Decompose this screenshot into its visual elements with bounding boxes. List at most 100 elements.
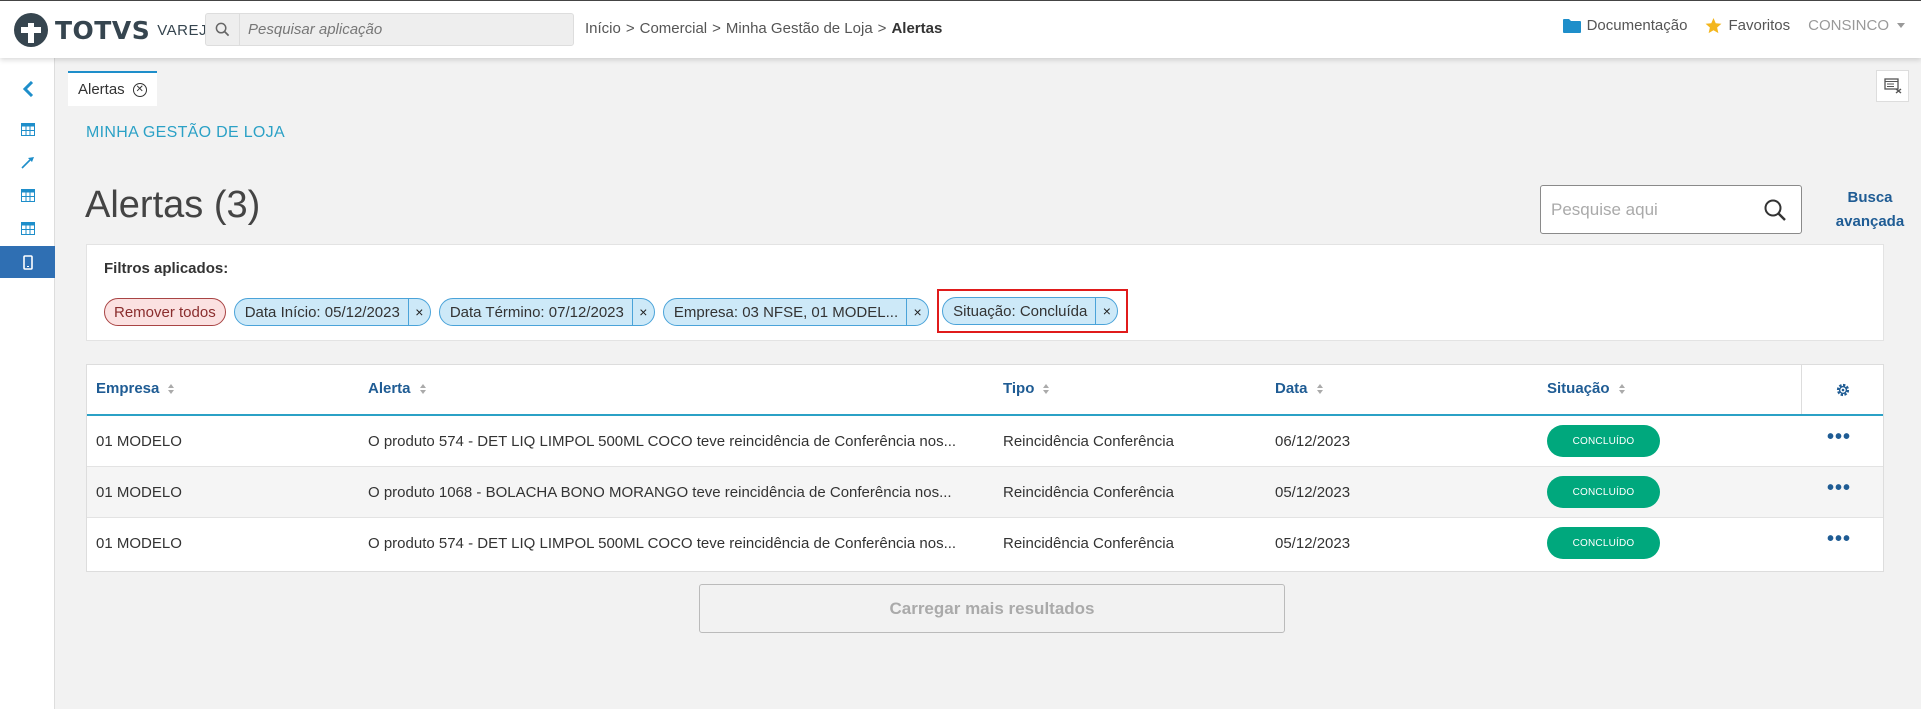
- filter-chips: Remover todos Data Início: 05/12/2023 × …: [104, 289, 1129, 333]
- cell-tipo: Reincidência Conferência: [1003, 484, 1174, 501]
- cell-tipo: Reincidência Conferência: [1003, 535, 1174, 552]
- close-icon[interactable]: ×: [407, 299, 430, 325]
- breadcrumb-separator: >: [877, 20, 887, 37]
- chevron-down-icon: [1897, 23, 1905, 28]
- column-label: Tipo: [1003, 380, 1035, 397]
- sort-icon: [1316, 383, 1323, 394]
- remove-all-filters-button[interactable]: Remover todos: [104, 298, 226, 326]
- sidebar-item-table-3[interactable]: [0, 212, 55, 244]
- table-row[interactable]: 01 MODELO O produto 574 - DET LIQ LIMPOL…: [87, 416, 1883, 467]
- close-icon[interactable]: ×: [906, 299, 928, 325]
- applied-filters: Filtros aplicados: Remover todos Data In…: [86, 244, 1884, 341]
- column-header-situacao[interactable]: Situação: [1547, 380, 1625, 397]
- documentation-link[interactable]: Documentação: [1562, 17, 1688, 34]
- column-label: Empresa: [96, 380, 160, 397]
- sidebar-item-mobile[interactable]: [0, 246, 55, 278]
- filter-chip-label: Situação: Concluída: [953, 302, 1088, 320]
- breadcrumb-current: Alertas: [891, 20, 943, 37]
- cell-data: 06/12/2023: [1275, 433, 1351, 450]
- star-icon: [1706, 17, 1722, 33]
- remove-all-label: Remover todos: [114, 303, 216, 321]
- search-input[interactable]: [1551, 199, 1751, 220]
- filter-chip-label: Data Término: 07/12/2023: [449, 303, 624, 321]
- column-header-alerta[interactable]: Alerta: [368, 380, 426, 397]
- breadcrumb-minha-gestao[interactable]: Minha Gestão de Loja: [726, 20, 873, 37]
- filter-chip-situacao: Situação: Concluída ×: [942, 297, 1119, 325]
- favorites-link[interactable]: Favoritos: [1705, 17, 1790, 34]
- status-badge: CONCLUÍDO: [1547, 425, 1660, 457]
- tab-alertas[interactable]: Alertas ✕: [68, 71, 157, 106]
- table-row[interactable]: 01 MODELO O produto 574 - DET LIQ LIMPOL…: [87, 518, 1883, 569]
- cell-data: 05/12/2023: [1275, 535, 1351, 552]
- window-close-icon: [1883, 78, 1901, 94]
- tab-bar: Alertas ✕: [56, 58, 1921, 106]
- cell-tipo: Reincidência Conferência: [1003, 433, 1174, 450]
- header-right: Documentação Favoritos CONSINCO: [1545, 17, 1905, 34]
- app-search-input[interactable]: [240, 21, 560, 38]
- close-icon[interactable]: ×: [1095, 298, 1117, 324]
- filter-chip-data-termino: Data Término: 07/12/2023 ×: [438, 298, 655, 326]
- more-actions-icon[interactable]: •••: [1827, 478, 1851, 498]
- column-header-data[interactable]: Data: [1275, 380, 1323, 397]
- close-icon[interactable]: ×: [631, 299, 654, 325]
- section-title: MINHA GESTÃO DE LOJA: [86, 124, 285, 141]
- pin-icon: [20, 157, 34, 169]
- page-title: Alertas (3): [85, 184, 261, 226]
- filter-chip-empresa: Empresa: 03 NFSE, 01 MODEL... ×: [662, 298, 930, 326]
- load-more-button[interactable]: Carregar mais resultados: [699, 584, 1285, 633]
- search-icon[interactable]: [1763, 198, 1787, 227]
- filter-chip-label: Empresa: 03 NFSE, 01 MODEL...: [673, 303, 899, 321]
- breadcrumb-separator: >: [625, 20, 635, 37]
- sidebar-item-pin[interactable]: [0, 146, 55, 178]
- status-badge: CONCLUÍDO: [1547, 527, 1660, 559]
- column-label: Data: [1275, 380, 1308, 397]
- sort-icon: [419, 383, 426, 394]
- folder-icon: [1562, 19, 1581, 33]
- column-label: Alerta: [368, 380, 411, 397]
- column-header-tipo[interactable]: Tipo: [1003, 380, 1050, 397]
- table-icon: [20, 221, 35, 235]
- sidebar-item-table-1[interactable]: [0, 113, 55, 145]
- table-row[interactable]: 01 MODELO O produto 1068 - BOLACHA BONO …: [87, 467, 1883, 518]
- more-actions-icon[interactable]: •••: [1827, 427, 1851, 447]
- sidebar-item-table-2[interactable]: [0, 179, 55, 211]
- breadcrumb: Início > Comercial > Minha Gestão de Loja > Al…: [585, 20, 942, 37]
- sidebar-collapse-button[interactable]: [0, 73, 55, 105]
- cell-empresa: 01 MODELO: [96, 433, 182, 450]
- sort-icon: [168, 383, 175, 394]
- user-menu[interactable]: CONSINCO: [1808, 17, 1905, 34]
- table-icon: [20, 188, 35, 202]
- tab-label: Alertas: [78, 81, 125, 98]
- status-badge: CONCLUÍDO: [1547, 476, 1660, 508]
- app-search: [205, 13, 574, 46]
- cell-alerta: O produto 574 - DET LIQ LIMPOL 500ML COC…: [368, 535, 957, 552]
- breadcrumb-inicio[interactable]: Início: [585, 20, 621, 37]
- filter-chip-label: Data Início: 05/12/2023: [244, 303, 400, 321]
- filter-chip-data-inicio: Data Início: 05/12/2023 ×: [233, 298, 431, 326]
- cell-empresa: 01 MODELO: [96, 484, 182, 501]
- cell-data: 05/12/2023: [1275, 484, 1351, 501]
- more-actions-icon[interactable]: •••: [1827, 529, 1851, 549]
- totvs-logo[interactable]: TOTVS VAREJO: [14, 13, 219, 47]
- search-box: [1540, 185, 1802, 234]
- sidebar: [0, 58, 55, 709]
- close-all-tabs-button[interactable]: [1876, 70, 1909, 102]
- close-tab-icon[interactable]: ✕: [132, 82, 147, 97]
- sort-icon: [1043, 383, 1050, 394]
- column-label: Situação: [1547, 380, 1610, 397]
- mobile-icon: [22, 254, 33, 270]
- search-icon[interactable]: [206, 14, 240, 45]
- documentation-label: Documentação: [1586, 17, 1688, 34]
- breadcrumb-comercial[interactable]: Comercial: [640, 20, 708, 37]
- brand-name: TOTVS: [55, 15, 151, 45]
- table-settings-button[interactable]: [1801, 365, 1883, 414]
- main-content: MINHA GESTÃO DE LOJA Alertas (3) Busca a…: [56, 106, 1907, 709]
- advanced-search-link[interactable]: Busca avançada: [1825, 186, 1915, 234]
- filters-label: Filtros aplicados:: [104, 260, 229, 277]
- cell-alerta: O produto 1068 - BOLACHA BONO MORANGO te…: [368, 484, 952, 501]
- totvs-logo-icon: [14, 13, 48, 47]
- table-icon: [20, 122, 35, 136]
- sort-icon: [1618, 383, 1625, 394]
- column-header-empresa[interactable]: Empresa: [96, 380, 175, 397]
- favorites-label: Favoritos: [1728, 17, 1791, 34]
